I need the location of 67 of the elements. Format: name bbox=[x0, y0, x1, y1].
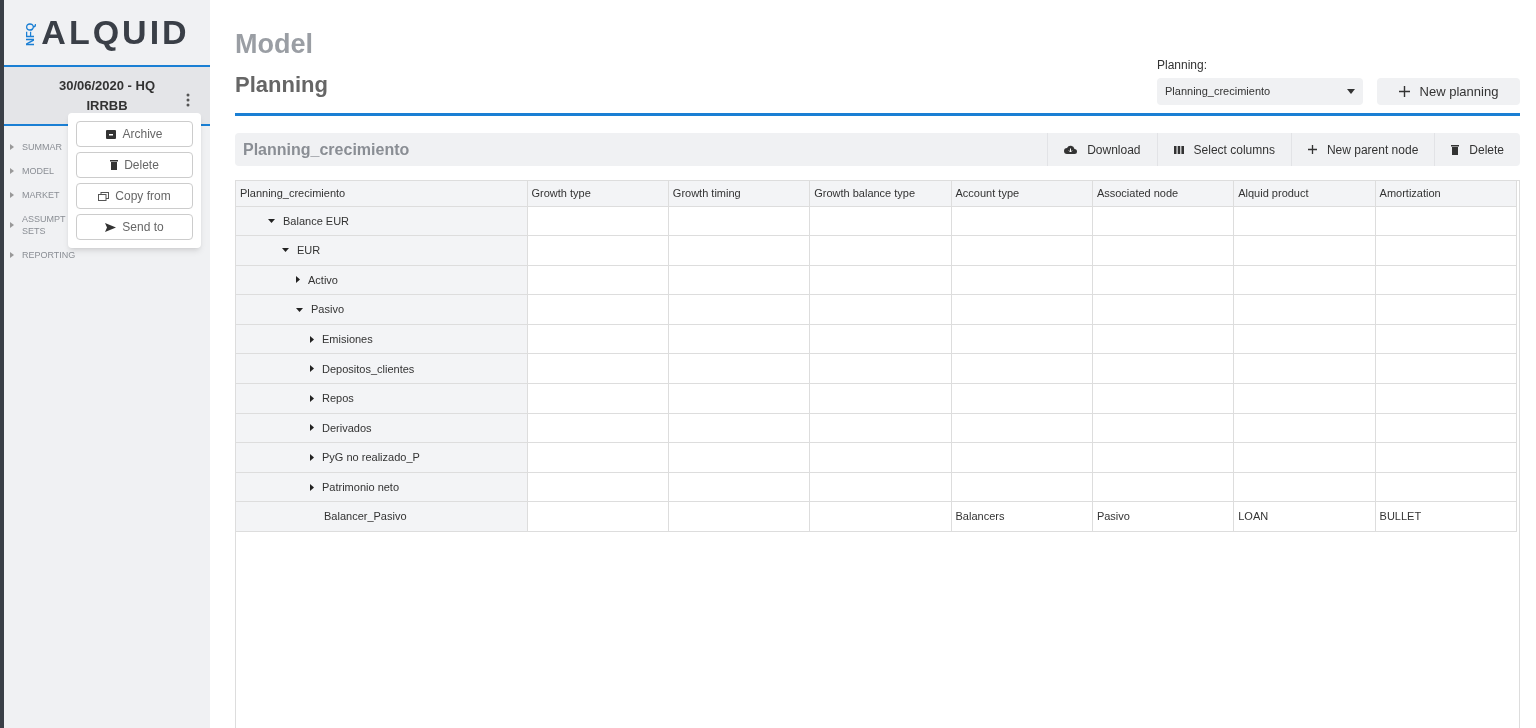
tree-cell[interactable]: Pasivo bbox=[236, 294, 527, 325]
table-cell: BULLET bbox=[1379, 510, 1422, 523]
column-header[interactable]: Growth timing bbox=[668, 181, 810, 206]
collapse-icon[interactable] bbox=[282, 248, 289, 253]
tree-cell[interactable]: EUR bbox=[236, 235, 527, 266]
more-icon[interactable] bbox=[186, 93, 190, 107]
toolbar-button[interactable]: New parent node bbox=[1290, 133, 1435, 166]
tree-cell[interactable]: Activo bbox=[236, 265, 527, 295]
menu-item[interactable]: Archive bbox=[76, 121, 193, 147]
caret-right-icon bbox=[10, 144, 14, 150]
expand-icon[interactable] bbox=[310, 394, 314, 402]
caret-right-icon bbox=[10, 168, 14, 174]
column-header[interactable]: Amortization bbox=[1375, 181, 1517, 206]
trash-icon bbox=[110, 160, 119, 170]
table-cell: LOAN bbox=[1238, 510, 1269, 523]
plus-icon bbox=[1307, 145, 1317, 154]
table-cell: Balancers bbox=[955, 510, 1005, 523]
send-icon bbox=[105, 222, 117, 232]
table-cell: Pasivo bbox=[1096, 510, 1130, 523]
columns-icon bbox=[1173, 145, 1184, 154]
expand-icon[interactable] bbox=[296, 276, 300, 284]
tree-cell[interactable]: Balance EUR bbox=[236, 206, 527, 236]
collapse-icon[interactable] bbox=[296, 307, 303, 312]
page-title: Model bbox=[235, 28, 314, 58]
menu-item[interactable]: Send to bbox=[76, 214, 193, 240]
tree-cell[interactable]: PyG no realizado_P bbox=[236, 442, 527, 473]
logo-prefix: NFQ bbox=[24, 18, 38, 47]
context-title: 30/06/2020 - HQ bbox=[58, 77, 156, 95]
column-header[interactable]: Planning_crecimiento bbox=[236, 181, 527, 206]
caret-right-icon bbox=[10, 222, 14, 228]
field-label: Planning: bbox=[1157, 57, 1209, 74]
caret-right-icon bbox=[10, 252, 14, 258]
collapse-icon[interactable] bbox=[268, 218, 275, 223]
cloud-download-icon bbox=[1064, 145, 1078, 154]
tree-cell[interactable]: Derivados bbox=[236, 413, 527, 443]
section-title: Planning bbox=[235, 71, 328, 99]
tree-cell[interactable]: Emisiones bbox=[236, 324, 527, 354]
expand-icon[interactable] bbox=[310, 365, 314, 373]
expand-icon[interactable] bbox=[310, 335, 314, 343]
toolbar-button[interactable]: Select columns bbox=[1156, 133, 1291, 166]
column-header[interactable]: Account type bbox=[951, 181, 1093, 206]
toolbar-button[interactable]: Delete bbox=[1434, 133, 1520, 166]
logo-text: ALQUID bbox=[41, 12, 190, 53]
context-subtitle: IRRBB bbox=[86, 96, 128, 115]
tree-cell[interactable]: Balancer_Pasivo bbox=[236, 501, 527, 532]
new-planning-button[interactable]: New planning bbox=[1377, 78, 1520, 105]
expand-icon[interactable] bbox=[310, 483, 314, 491]
tree-cell[interactable]: Depositos_clientes bbox=[236, 353, 527, 384]
plus-icon bbox=[1398, 86, 1410, 97]
column-header[interactable]: Associated node bbox=[1092, 181, 1234, 206]
expand-icon[interactable] bbox=[310, 424, 314, 432]
toolbar-button[interactable]: Download bbox=[1047, 133, 1157, 166]
tree-cell[interactable]: Repos bbox=[236, 383, 527, 414]
caret-icon bbox=[1347, 89, 1355, 94]
tree-cell[interactable]: Patrimonio neto bbox=[236, 472, 527, 502]
expand-icon[interactable] bbox=[310, 454, 314, 462]
column-header[interactable]: Alquid product bbox=[1233, 181, 1376, 206]
caret-right-icon bbox=[10, 192, 14, 198]
archive-icon bbox=[106, 129, 117, 139]
column-header[interactable]: Growth type bbox=[527, 181, 669, 206]
menu-item[interactable]: Copy from bbox=[76, 183, 193, 209]
menu-item[interactable]: Delete bbox=[76, 152, 193, 178]
panel-title: Planning_crecimiento bbox=[242, 139, 410, 160]
trash-icon bbox=[1451, 144, 1460, 155]
column-header[interactable]: Growth balance type bbox=[809, 181, 952, 206]
planning-dropdown[interactable]: Planning_crecimiento bbox=[1157, 78, 1363, 105]
copy-icon bbox=[98, 191, 110, 201]
